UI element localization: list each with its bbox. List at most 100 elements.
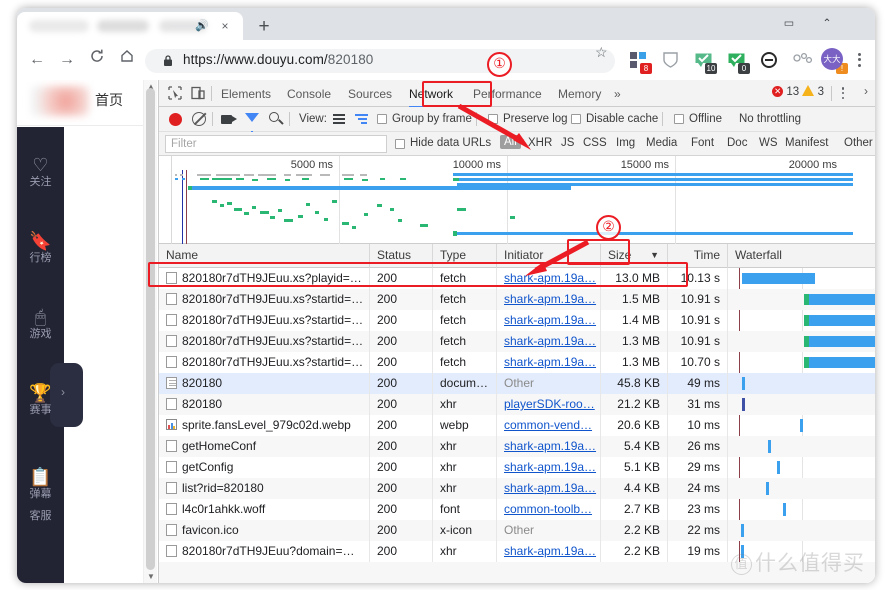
home-icon[interactable] bbox=[115, 48, 139, 72]
offline-label[interactable]: Offline bbox=[689, 113, 722, 125]
check-grey-extension-icon[interactable]: 10 bbox=[694, 51, 717, 74]
preserve-log-checkbox[interactable] bbox=[488, 114, 498, 124]
site-home-link[interactable]: 首页 bbox=[95, 90, 123, 110]
link-extension-icon[interactable] bbox=[760, 51, 780, 71]
table-row[interactable]: 820180 200 xhr playerSDK-roo… 21.2 KB 31… bbox=[159, 394, 875, 415]
new-tab-button[interactable]: + bbox=[253, 16, 275, 38]
request-initiator[interactable]: shark-apm.19a… bbox=[504, 439, 596, 453]
tab-memory[interactable]: Memory bbox=[558, 84, 601, 107]
search-icon[interactable] bbox=[269, 112, 279, 122]
issues-counter[interactable]: ✕ 13 3 bbox=[772, 85, 824, 98]
request-initiator[interactable]: shark-apm.19a… bbox=[504, 544, 596, 558]
tab-audio-icon[interactable]: 🔊 bbox=[195, 19, 209, 33]
column-header-name[interactable]: Name bbox=[159, 244, 370, 268]
tab-console[interactable]: Console bbox=[287, 84, 331, 107]
molecule-extension-icon[interactable] bbox=[793, 51, 813, 71]
window-minimize-button[interactable]: ▭ bbox=[769, 8, 809, 38]
filter-type-other[interactable]: Other bbox=[844, 137, 873, 149]
browser-menu-icon[interactable] bbox=[851, 50, 867, 70]
table-row[interactable]: getConfig 200 xhr shark-apm.19a… 5.1 KB … bbox=[159, 457, 875, 478]
blocks-extension-icon[interactable]: 8 bbox=[629, 51, 652, 74]
back-button[interactable]: ← bbox=[25, 48, 49, 72]
inspect-element-icon[interactable] bbox=[167, 85, 185, 102]
list-view-icon[interactable] bbox=[333, 114, 345, 125]
column-header-initiator[interactable]: Initiator bbox=[497, 244, 601, 268]
sidebar-item-game[interactable]: 🖱 游戏 bbox=[17, 307, 64, 341]
record-icon[interactable] bbox=[169, 113, 182, 126]
camera-icon[interactable] bbox=[221, 115, 237, 124]
request-initiator[interactable]: playerSDK-roo… bbox=[504, 397, 595, 411]
request-initiator[interactable]: shark-apm.19a… bbox=[504, 334, 596, 348]
funnel-icon[interactable] bbox=[245, 113, 259, 135]
sidebar-item-danmu[interactable]: 📋 弹幕 bbox=[17, 467, 64, 501]
group-by-frame-label[interactable]: Group by frame bbox=[392, 113, 472, 125]
tab-more-panels[interactable]: » bbox=[614, 84, 621, 107]
sidebar-item-rank[interactable]: 🔖 行榜 bbox=[17, 231, 64, 265]
filter-type-js[interactable]: JS bbox=[561, 137, 574, 149]
request-initiator[interactable]: shark-apm.19a… bbox=[504, 460, 596, 474]
column-header-status[interactable]: Status bbox=[370, 244, 433, 268]
table-row[interactable]: 820180r7dTH9JEuu.xs?startid=… 200 fetch … bbox=[159, 331, 875, 352]
request-initiator[interactable]: common-toolb… bbox=[504, 502, 592, 516]
disable-cache-checkbox[interactable] bbox=[571, 114, 581, 124]
offline-checkbox[interactable] bbox=[674, 114, 684, 124]
throttling-select[interactable]: No throttling bbox=[739, 113, 801, 125]
request-initiator[interactable]: shark-apm.19a… bbox=[504, 292, 596, 306]
filter-type-img[interactable]: Img bbox=[616, 137, 635, 149]
shield-extension-icon[interactable] bbox=[662, 51, 682, 71]
filter-type-all[interactable]: All bbox=[500, 135, 521, 149]
scroll-down-arrow-icon[interactable]: ▼ bbox=[147, 572, 155, 581]
forward-button[interactable]: → bbox=[55, 48, 79, 72]
scrollbar-thumb[interactable] bbox=[146, 88, 155, 570]
window-maximize-button[interactable]: ⌃ bbox=[807, 8, 847, 38]
table-row[interactable]: favicon.ico 200 x-icon Other 2.2 KB 22 m… bbox=[159, 520, 875, 541]
filter-type-manifest[interactable]: Manifest bbox=[785, 137, 828, 149]
address-bar[interactable]: https://www.douyu.com/820180 bbox=[145, 49, 615, 73]
table-row[interactable]: l4c0r1ahkk.woff 200 font common-toolb… 2… bbox=[159, 499, 875, 520]
group-by-frame-checkbox[interactable] bbox=[377, 114, 387, 124]
filter-input[interactable]: Filter bbox=[165, 135, 387, 153]
tab-close-icon[interactable]: × bbox=[217, 18, 233, 34]
network-overview[interactable]: 5000 ms 10000 ms 15000 ms 20000 ms bbox=[159, 156, 875, 244]
filter-type-xhr[interactable]: XHR bbox=[528, 137, 552, 149]
bookmark-star-icon[interactable]: ☆ bbox=[595, 44, 608, 61]
tab-sources[interactable]: Sources bbox=[348, 84, 392, 107]
sidebar-item-support[interactable]: 客服 bbox=[17, 509, 64, 523]
column-header-waterfall[interactable]: Waterfall bbox=[728, 244, 875, 268]
hide-data-urls-checkbox[interactable] bbox=[395, 139, 405, 149]
request-initiator[interactable]: shark-apm.19a… bbox=[504, 355, 596, 369]
sidebar-item-match[interactable]: 🏆 赛事 bbox=[17, 383, 64, 417]
table-row[interactable]: 820180r7dTH9JEuu.xs?startid=… 200 fetch … bbox=[159, 352, 875, 373]
reload-icon[interactable] bbox=[85, 48, 109, 72]
column-header-size[interactable]: Size ▼ bbox=[601, 244, 668, 268]
preserve-log-label[interactable]: Preserve log bbox=[503, 113, 568, 125]
tab-network[interactable]: Network bbox=[409, 84, 454, 108]
avatar[interactable]: 大大 bbox=[821, 48, 843, 70]
request-initiator[interactable]: shark-apm.19a… bbox=[504, 271, 596, 285]
tab-performance[interactable]: Performance bbox=[473, 84, 542, 107]
table-row[interactable]: sprite.fansLevel_979c02d.webp 200 webp c… bbox=[159, 415, 875, 436]
sidebar-item-follow[interactable]: ♡ 关注 bbox=[17, 155, 64, 189]
site-scrollbar[interactable]: ▲ ▼ bbox=[143, 80, 157, 583]
filter-type-ws[interactable]: WS bbox=[759, 137, 778, 149]
request-initiator[interactable]: shark-apm.19a… bbox=[504, 313, 596, 327]
table-row[interactable]: 820180r7dTH9JEuu.xs?startid=… 200 fetch … bbox=[159, 289, 875, 310]
hide-data-urls-label[interactable]: Hide data URLs bbox=[410, 137, 491, 149]
table-row[interactable]: 820180r7dTH9JEuu.xs?startid=… 200 fetch … bbox=[159, 310, 875, 331]
tab-elements[interactable]: Elements bbox=[221, 84, 271, 107]
filter-type-media[interactable]: Media bbox=[646, 137, 677, 149]
network-request-list[interactable]: 820180r7dTH9JEuu.xs?playid=… 200 fetch s… bbox=[159, 268, 875, 583]
check-green-extension-icon[interactable]: 0 bbox=[727, 51, 750, 74]
devtools-menu-icon[interactable] bbox=[836, 85, 850, 103]
devtools-close-icon[interactable]: › bbox=[864, 84, 868, 98]
disable-cache-label[interactable]: Disable cache bbox=[586, 113, 658, 125]
request-initiator[interactable]: shark-apm.19a… bbox=[504, 481, 596, 495]
column-header-time[interactable]: Time bbox=[668, 244, 728, 268]
column-header-type[interactable]: Type bbox=[433, 244, 497, 268]
filter-type-font[interactable]: Font bbox=[691, 137, 714, 149]
table-row[interactable]: 820180r7dTH9JEuu.xs?playid=… 200 fetch s… bbox=[159, 268, 875, 289]
table-row[interactable]: list?rid=820180 200 xhr shark-apm.19a… 4… bbox=[159, 478, 875, 499]
table-row[interactable]: 820180 200 docum… Other 45.8 KB 49 ms bbox=[159, 373, 875, 394]
waterfall-view-icon[interactable] bbox=[355, 114, 368, 125]
request-initiator[interactable]: common-vend… bbox=[504, 418, 592, 432]
